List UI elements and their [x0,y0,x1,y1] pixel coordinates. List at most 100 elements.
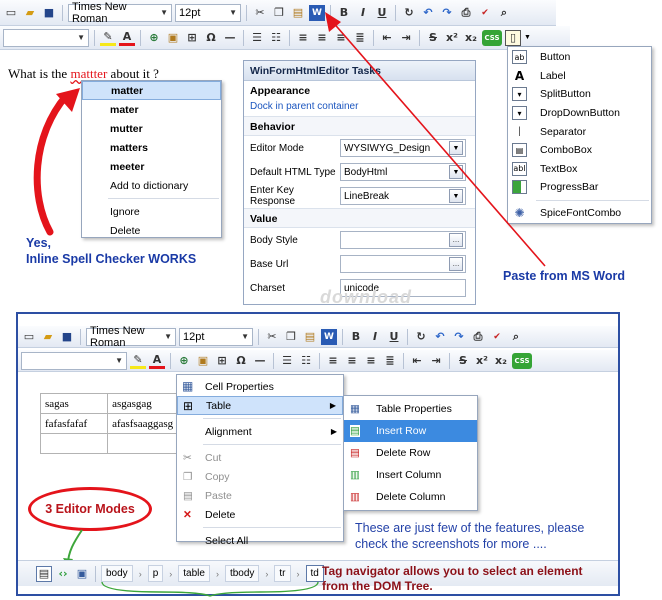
font-color-icon[interactable]: A [119,30,135,46]
font-name-combo[interactable]: Times New Roman ▼ [86,325,176,349]
misspelled-word[interactable]: mattter [70,66,107,81]
delete-column-item[interactable]: ▥ Delete Column [344,486,477,508]
chevron-right-icon: › [265,568,269,579]
table-cell[interactable]: sagas [39,393,109,414]
menu-separator [203,527,341,528]
cut-icon[interactable]: ✂ [252,5,268,21]
copy-icon[interactable]: ❐ [283,329,299,345]
save-icon[interactable]: ■ [41,5,57,21]
table-icon[interactable]: ⊞ [214,353,230,369]
subscript-icon[interactable]: x₂ [493,353,509,369]
open-folder-icon[interactable]: ▰ [40,329,56,345]
horizontal-rule-icon[interactable]: — [252,353,268,369]
chevron-down-icon: ▼ [115,356,123,365]
chevron-right-icon: ▶ [329,401,336,410]
editor-text-before: What is the [8,66,71,81]
select-all-item[interactable]: Select All [177,531,343,550]
image-icon[interactable]: ▣ [195,353,211,369]
design-mode-icon[interactable]: ▤ [36,565,52,582]
table-properties-item[interactable]: ▦ Table Properties [344,398,477,420]
add-to-dictionary-item[interactable]: Add to dictionary [82,176,221,195]
align-center-icon[interactable]: ≡ [344,353,360,369]
redo-icon[interactable]: ↷ [451,329,467,345]
hyperlink-icon[interactable]: ⊕ [146,30,162,46]
symbol-icon[interactable]: Ω [203,30,219,46]
italic-icon[interactable]: I [367,329,383,345]
justify-icon[interactable]: ≣ [382,353,398,369]
copy-icon[interactable]: ❐ [271,5,287,21]
spell-suggestion[interactable]: mater [82,100,221,119]
tag-nav-caption-line1: Tag navigator allows you to select an el… [322,564,583,578]
spell-caption: Yes, Inline Spell Checker WORKS [26,235,196,267]
strikethrough-icon[interactable]: S [455,353,471,369]
outdent-icon[interactable]: ⇤ [409,353,425,369]
table-icon: ⊞ [183,399,194,413]
find-binoculars-icon[interactable]: ⌕ [508,329,524,345]
undo-icon[interactable]: ↶ [432,329,448,345]
style-combo[interactable]: ▼ [3,28,89,47]
spell-suggestion[interactable]: meeter [82,157,221,176]
insert-row-item[interactable]: ▤ Insert Row [344,420,477,442]
indent-icon[interactable]: ⇥ [428,353,444,369]
align-left-icon[interactable]: ≡ [325,353,341,369]
font-size-combo[interactable]: 12pt ▼ [175,3,241,22]
spell-suggestion[interactable]: matters [82,138,221,157]
font-name-combo[interactable]: Times New Roman ▼ [68,1,172,25]
spell-suggestion[interactable]: mutter [82,119,221,138]
cut-item[interactable]: ✂ Cut [177,448,343,467]
bold-icon[interactable]: B [348,329,364,345]
paste-item[interactable]: ▤ Paste [177,486,343,505]
toolbar-separator [407,328,408,345]
preview-mode-icon[interactable]: ▣ [74,566,90,582]
horizontal-rule-icon[interactable]: — [222,30,238,46]
cell-properties-item[interactable]: ▦ Cell Properties [177,377,343,396]
tag-nav-caption-line2: from the DOM Tree. [322,579,433,593]
cut-icon[interactable]: ✂ [264,329,280,345]
symbol-icon[interactable]: Ω [233,353,249,369]
table-icon[interactable]: ⊞ [184,30,200,46]
align-left-icon[interactable]: ≡ [295,30,311,46]
delete-item[interactable]: ✕ Delete [177,505,343,524]
css-icon[interactable]: CSS [512,352,532,369]
paste-icon[interactable]: ▤ [290,5,306,21]
numbered-list-icon[interactable]: ☰ [249,30,265,46]
highlight-icon[interactable]: ✎ [130,353,146,369]
new-document-icon[interactable]: ▭ [3,5,19,21]
paste-icon[interactable]: ▤ [302,329,318,345]
align-right-icon[interactable]: ≡ [363,353,379,369]
features-caption: These are just few of the features, plea… [355,520,584,552]
copy-item[interactable]: ❐ Copy [177,467,343,486]
bullet-list-icon[interactable]: ☷ [298,353,314,369]
tag-nav-brace [101,581,319,597]
numbered-list-icon[interactable]: ☰ [279,353,295,369]
refresh-icon[interactable]: ↻ [413,329,429,345]
hyperlink-icon[interactable]: ⊕ [176,353,192,369]
image-icon[interactable]: ▣ [165,30,181,46]
table-cell[interactable]: fafasfafaf [39,413,109,434]
highlight-icon[interactable]: ✎ [100,30,116,46]
chevron-right-icon: ▶ [330,427,337,436]
font-size-combo[interactable]: 12pt ▼ [179,327,253,346]
underline-icon[interactable]: U [386,329,402,345]
open-folder-icon[interactable]: ▰ [22,5,38,21]
table-item[interactable]: ⊞ Table ▶ [177,396,343,415]
font-color-icon[interactable]: A [149,353,165,369]
save-icon[interactable]: ■ [59,329,75,345]
bottom-toolbar-row2: ▼ ✎ A ⊕ ▣ ⊞ Ω — ☰ ☷ ≡ ≡ ≡ ≣ ⇤ ⇥ S x² x₂ … [18,350,618,372]
ignore-item[interactable]: Ignore [82,202,221,221]
new-document-icon[interactable]: ▭ [21,329,37,345]
toolbar-separator [243,29,244,46]
bullet-list-icon[interactable]: ☷ [268,30,284,46]
delete-row-item[interactable]: ▤ Delete Row [344,442,477,464]
style-combo[interactable]: ▼ [21,351,127,370]
spell-suggestion[interactable]: matter [82,81,221,100]
chevron-down-icon: ▼ [164,332,172,341]
table-cell[interactable] [39,433,109,454]
paste-from-word-icon[interactable]: W [321,328,337,345]
insert-column-item[interactable]: ▥ Insert Column [344,464,477,486]
source-mode-icon[interactable]: ‹› [55,566,71,582]
alignment-item[interactable]: Alignment ▶ [177,422,343,441]
print-icon[interactable]: ⎙ [470,329,486,345]
spell-check-icon[interactable]: ✔ [489,329,505,345]
superscript-icon[interactable]: x² [474,353,490,369]
